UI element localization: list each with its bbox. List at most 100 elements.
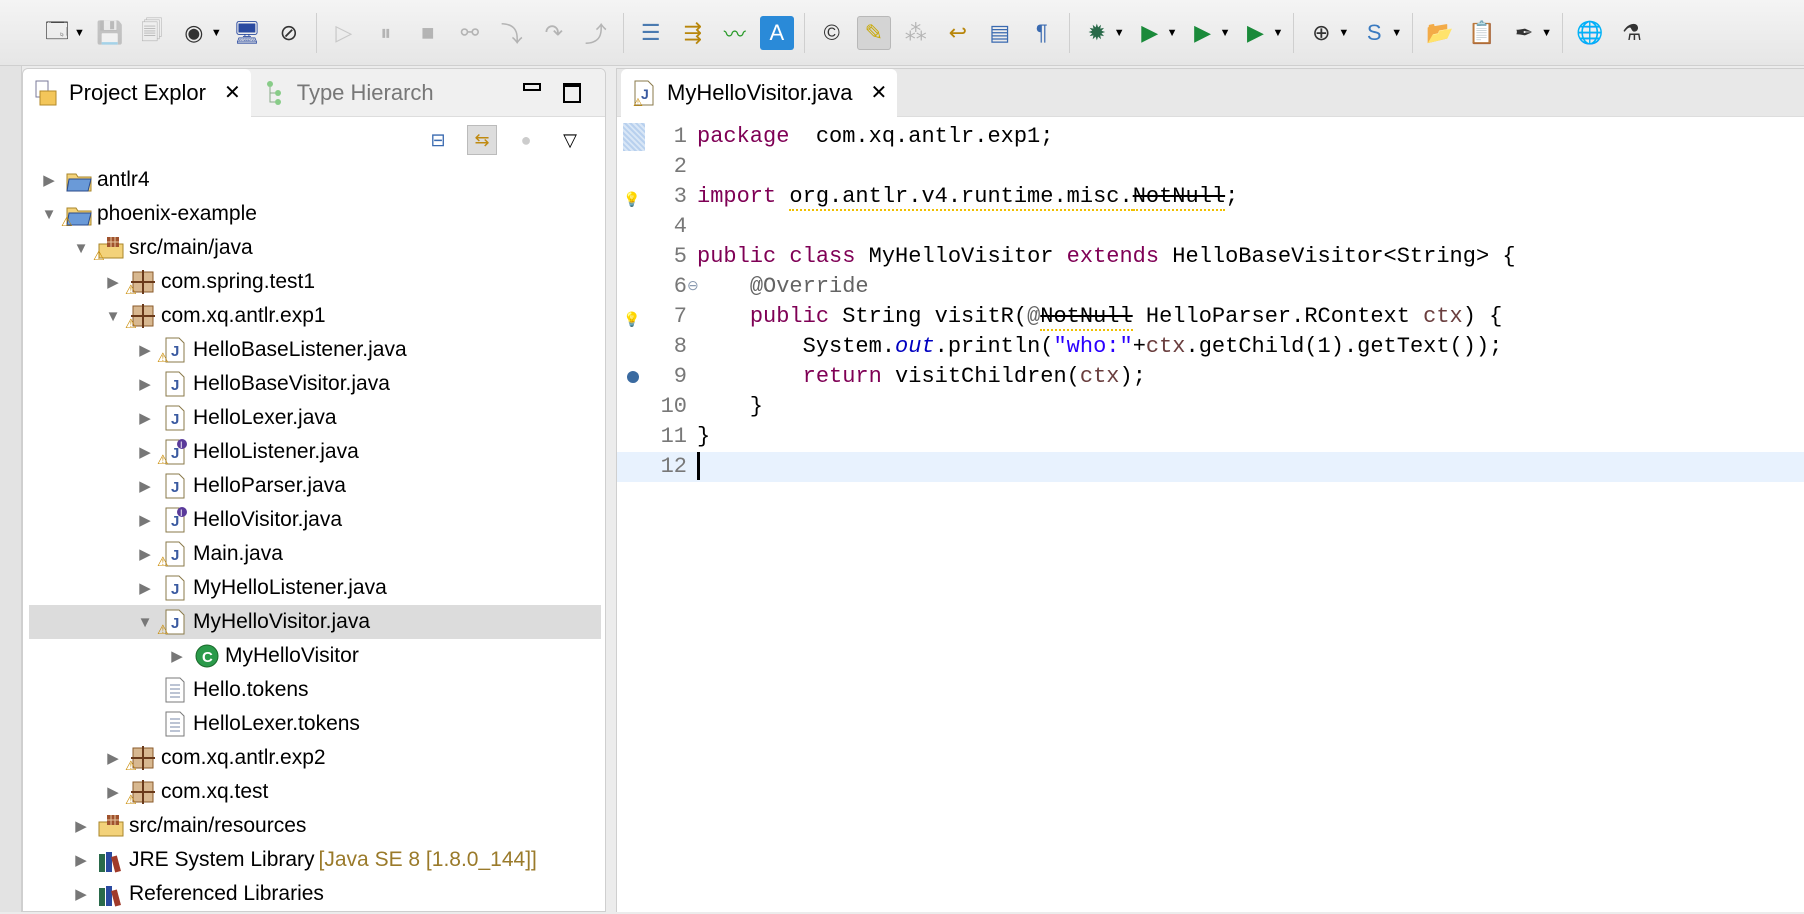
collapse-all-icon[interactable]: ⊟ (423, 125, 453, 155)
tab-project-explorer[interactable]: Project Explor ✕ (23, 68, 251, 117)
brush-icon[interactable]: ✒ (1507, 16, 1541, 50)
code-line[interactable]: 12 (617, 452, 1804, 482)
code-area[interactable]: 1 package com.xq.antlr.exp1; 2 3 💡 import org… (617, 117, 1804, 912)
save-all-icon[interactable]: 🗐 (135, 16, 169, 50)
maximize-icon[interactable] (563, 82, 581, 103)
view-menu-icon[interactable]: ▽ (555, 125, 585, 155)
terminate-icon[interactable]: ■ (411, 16, 445, 50)
code-line[interactable]: 7 💡 public String visitR(@NotNull HelloPa… (617, 302, 1804, 332)
show-whitespace-icon[interactable]: ¶ (1025, 16, 1059, 50)
suspend-icon[interactable]: ⏸ (369, 16, 403, 50)
dropdown-arrow-icon[interactable]: ▼ (211, 27, 222, 39)
step-return-icon[interactable]: ⤴ (579, 16, 613, 50)
dropdown-arrow-icon[interactable]: ▼ (1391, 27, 1402, 39)
code-line[interactable]: 9 return visitChildren(ctx); (617, 362, 1804, 392)
collapsed-arrow-icon[interactable]: ▶ (103, 273, 123, 291)
open-type-icon[interactable]: © (815, 16, 849, 50)
code-line[interactable]: 5 public class MyHelloVisitor extends Hel… (617, 242, 1804, 272)
collapsed-arrow-icon[interactable]: ▶ (103, 783, 123, 801)
new-wizard-icon[interactable]: 🗔 (40, 16, 74, 50)
monitor-icon[interactable]: 〰 (718, 16, 752, 50)
dropdown-arrow-icon[interactable]: ▼ (1272, 27, 1283, 39)
collapsed-arrow-icon[interactable]: ▶ (167, 647, 187, 665)
collapsed-arrow-icon[interactable]: ▶ (71, 885, 91, 903)
code-line[interactable]: 4 (617, 212, 1804, 242)
tree-item[interactable]: ▶ J ⚠ Main.java (29, 537, 601, 571)
save-icon[interactable]: 💾 (93, 16, 127, 50)
link-with-editor-icon[interactable]: ⇆ (467, 125, 497, 155)
focus-active-task-icon[interactable]: ● (511, 125, 541, 155)
tree-item[interactable]: ▶ ⚠ com.spring.test1 (29, 265, 601, 299)
quick-fix-warning-icon[interactable]: 💡 (623, 306, 645, 329)
collapsed-arrow-icon[interactable]: ▶ (135, 341, 155, 359)
step-into-icon[interactable]: ⤵ (495, 16, 529, 50)
collapsed-arrow-icon[interactable]: ▶ (39, 171, 59, 189)
use-step-filters-icon[interactable]: ⇶ (676, 16, 710, 50)
run-external-icon[interactable]: ▶ (1238, 16, 1272, 50)
quick-fix-warning-icon[interactable]: 💡 (623, 186, 645, 209)
tree-item[interactable]: ▶ ⚠ com.xq.test (29, 775, 601, 809)
code-line[interactable]: 1 package com.xq.antlr.exp1; (617, 122, 1804, 152)
dropdown-arrow-icon[interactable]: ▼ (1541, 27, 1552, 39)
coverage-icon[interactable]: ▶ (1186, 16, 1220, 50)
drop-to-frame-icon[interactable]: ☰ (634, 16, 668, 50)
block-selection-icon[interactable]: ▤ (983, 16, 1017, 50)
tree-item[interactable]: ▶ Referenced Libraries (29, 877, 601, 911)
expanded-arrow-icon[interactable]: ▼ (71, 240, 91, 257)
collapsed-arrow-icon[interactable]: ▶ (71, 851, 91, 869)
disconnect-icon[interactable]: ⚯ (453, 16, 487, 50)
tree-item[interactable]: ▶ J ⚠ HelloBaseListener.java (29, 333, 601, 367)
collapsed-arrow-icon[interactable]: ▶ (135, 409, 155, 427)
terminal-icon[interactable]: 🖥 (230, 16, 264, 50)
tree-item[interactable]: ▶ C MyHelloVisitor (29, 639, 601, 673)
code-line[interactable]: 6 ⊖ @Override (617, 272, 1804, 302)
run-as-icon[interactable]: ⚗ (1615, 16, 1649, 50)
expanded-arrow-icon[interactable]: ▼ (39, 206, 59, 223)
close-icon[interactable]: ✕ (870, 80, 887, 105)
collapsed-arrow-icon[interactable]: ▶ (135, 579, 155, 597)
code-line[interactable]: 2 (617, 152, 1804, 182)
run-icon[interactable]: ▶ (1133, 16, 1167, 50)
dropdown-arrow-icon[interactable]: ▼ (1220, 27, 1231, 39)
tree-item[interactable]: ▼ ⚠ src/main/java (29, 231, 601, 265)
globe-icon[interactable]: 🌐 (1573, 16, 1607, 50)
tree-item[interactable]: HelloLexer.tokens (29, 707, 601, 741)
tab-myhellovisitor-java[interactable]: J ⚠ MyHelloVisitor.java ✕ (621, 68, 898, 117)
breakpoint-icon[interactable] (627, 371, 639, 383)
expanded-arrow-icon[interactable]: ▼ (135, 614, 155, 631)
expanded-arrow-icon[interactable]: ▼ (103, 308, 123, 325)
tree-item[interactable]: ▶ J HelloBaseVisitor.java (29, 367, 601, 401)
code-line[interactable]: 11} (617, 422, 1804, 452)
debug-icon[interactable]: ✹ (1080, 16, 1114, 50)
skip-breakpoints-icon[interactable]: ⊘ (272, 16, 306, 50)
tree-item[interactable]: ▶ antlr4 (29, 163, 601, 197)
dropdown-arrow-icon[interactable]: ▼ (1114, 27, 1125, 39)
dropdown-arrow-icon[interactable]: ▼ (1167, 27, 1178, 39)
tab-type-hierarchy[interactable]: Type Hierarch (251, 69, 444, 117)
collapsed-arrow-icon[interactable]: ▶ (71, 817, 91, 835)
tree-item[interactable]: ▶ src/main/resources (29, 809, 601, 843)
dropdown-arrow-icon[interactable]: ▼ (1338, 27, 1349, 39)
collapsed-arrow-icon[interactable]: ▶ (135, 443, 155, 461)
tree-item[interactable]: Hello.tokens (29, 673, 601, 707)
collapsed-arrow-icon[interactable]: ▶ (103, 749, 123, 767)
close-icon[interactable]: ✕ (224, 80, 241, 105)
tree-item[interactable]: ▶ J I HelloVisitor.java (29, 503, 601, 537)
tree-item[interactable]: ▶ J HelloLexer.java (29, 401, 601, 435)
code-line[interactable]: 3 💡 import org.antlr.v4.runtime.misc.NotNu… (617, 182, 1804, 212)
tree-item[interactable]: ▼ J ⚠ MyHelloVisitor.java (29, 605, 601, 639)
collapsed-arrow-icon[interactable]: ▶ (135, 477, 155, 495)
translate-icon[interactable]: A (759, 15, 794, 50)
tree-item[interactable]: ▶ ⚠ com.xq.antlr.exp2 (29, 741, 601, 775)
bookmark-icon[interactable] (623, 123, 645, 151)
collapsed-arrow-icon[interactable]: ▶ (135, 375, 155, 393)
new-server-icon[interactable]: ⊕ (1304, 16, 1338, 50)
toggle-occurrences-icon[interactable]: ⁂ (899, 16, 933, 50)
code-line[interactable]: 8 System.out.println("who:"+ctx.getChild… (617, 332, 1804, 362)
collapsed-arrow-icon[interactable]: ▶ (135, 545, 155, 563)
resume-icon[interactable]: ▷ (327, 16, 361, 50)
open-project-icon[interactable]: 📂 (1423, 16, 1457, 50)
tree-item[interactable]: ▶ JRE System Library [Java SE 8 [1.8.0_144… (29, 843, 601, 877)
tree-item[interactable]: ▶ J HelloParser.java (29, 469, 601, 503)
new-spring-icon[interactable]: S (1357, 16, 1391, 50)
